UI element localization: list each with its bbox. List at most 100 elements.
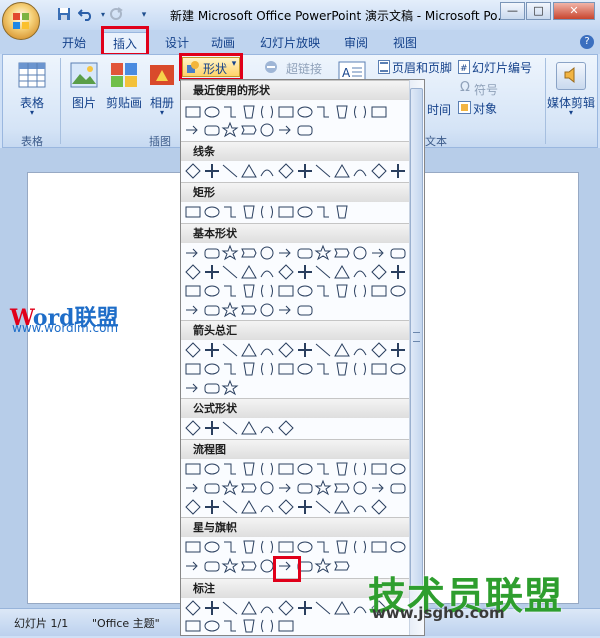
shape-thumbnail-icon[interactable] <box>389 282 407 300</box>
shape-thumbnail-icon[interactable] <box>370 103 388 121</box>
clipart-button[interactable]: 剪贴画 <box>104 60 144 130</box>
shape-thumbnail-icon[interactable] <box>240 103 258 121</box>
shape-thumbnail-icon[interactable] <box>221 599 239 617</box>
shape-thumbnail-icon[interactable] <box>240 460 258 478</box>
shape-thumbnail-icon[interactable] <box>333 244 351 262</box>
album-button[interactable]: 相册 ▾ <box>146 60 178 130</box>
shape-thumbnail-icon[interactable] <box>184 121 202 139</box>
shape-thumbnail-icon[interactable] <box>203 103 221 121</box>
shape-thumbnail-icon[interactable] <box>296 341 314 359</box>
shape-thumbnail-icon[interactable] <box>389 479 407 497</box>
shape-thumbnail-icon[interactable] <box>333 538 351 556</box>
shape-thumbnail-icon[interactable] <box>370 282 388 300</box>
tab-review[interactable]: 审阅 <box>337 32 375 54</box>
shape-thumbnail-icon[interactable] <box>314 599 332 617</box>
shape-thumbnail-icon[interactable] <box>333 557 351 575</box>
shape-thumbnail-icon[interactable] <box>258 538 276 556</box>
shape-thumbnail-icon[interactable] <box>203 379 221 397</box>
shape-thumbnail-icon[interactable] <box>203 599 221 617</box>
shape-thumbnail-icon[interactable] <box>333 263 351 281</box>
shape-thumbnail-icon[interactable] <box>221 121 239 139</box>
shape-thumbnail-icon[interactable] <box>351 103 369 121</box>
minimize-button[interactable]: — <box>500 2 525 20</box>
shape-thumbnail-icon[interactable] <box>221 341 239 359</box>
tab-design[interactable]: 设计 <box>158 32 196 54</box>
tab-home[interactable]: 开始 <box>55 32 93 54</box>
shape-thumbnail-icon[interactable] <box>277 599 295 617</box>
shape-thumbnail-icon[interactable] <box>314 557 332 575</box>
shape-thumbnail-icon[interactable] <box>203 479 221 497</box>
shape-thumbnail-icon[interactable] <box>240 282 258 300</box>
shape-thumbnail-icon[interactable] <box>370 162 388 180</box>
shape-thumbnail-icon[interactable] <box>296 282 314 300</box>
shape-thumbnail-icon[interactable] <box>277 479 295 497</box>
shape-thumbnail-icon[interactable] <box>314 360 332 378</box>
shape-thumbnail-icon[interactable] <box>184 360 202 378</box>
shape-thumbnail-icon[interactable] <box>258 617 276 635</box>
shape-thumbnail-icon[interactable] <box>240 301 258 319</box>
shape-thumbnail-icon[interactable] <box>277 282 295 300</box>
hyperlink-button[interactable]: 超链接 <box>263 58 325 76</box>
shape-thumbnail-icon[interactable] <box>240 617 258 635</box>
shape-thumbnail-icon[interactable] <box>184 341 202 359</box>
shape-thumbnail-icon[interactable] <box>240 538 258 556</box>
shape-thumbnail-icon[interactable] <box>203 162 221 180</box>
media-clip-button[interactable]: 媒体剪辑 ▾ <box>546 60 596 130</box>
shape-thumbnail-icon[interactable] <box>221 203 239 221</box>
shape-thumbnail-icon[interactable] <box>203 538 221 556</box>
shape-thumbnail-icon[interactable] <box>240 599 258 617</box>
shape-thumbnail-icon[interactable] <box>351 341 369 359</box>
shape-thumbnail-icon[interactable] <box>296 460 314 478</box>
tab-view[interactable]: 视图 <box>386 32 424 54</box>
shape-thumbnail-icon[interactable] <box>240 244 258 262</box>
shape-thumbnail-icon[interactable] <box>314 479 332 497</box>
shape-thumbnail-icon[interactable] <box>203 263 221 281</box>
shape-thumbnail-icon[interactable] <box>203 419 221 437</box>
shape-thumbnail-icon[interactable] <box>277 121 295 139</box>
shape-thumbnail-icon[interactable] <box>277 263 295 281</box>
shape-thumbnail-icon[interactable] <box>203 282 221 300</box>
shape-thumbnail-icon[interactable] <box>240 479 258 497</box>
shape-thumbnail-icon[interactable] <box>370 341 388 359</box>
shape-thumbnail-icon[interactable] <box>351 460 369 478</box>
shape-thumbnail-icon[interactable] <box>203 498 221 516</box>
shape-thumbnail-icon[interactable] <box>258 263 276 281</box>
shape-thumbnail-icon[interactable] <box>240 360 258 378</box>
shape-thumbnail-icon[interactable] <box>314 103 332 121</box>
object-button[interactable]: 对象 <box>458 100 504 116</box>
slide-number-button[interactable]: # 幻灯片编号 <box>458 59 542 75</box>
shape-thumbnail-icon[interactable] <box>221 360 239 378</box>
shape-thumbnail-icon[interactable] <box>389 360 407 378</box>
shape-thumbnail-icon[interactable] <box>258 498 276 516</box>
shape-thumbnail-icon[interactable] <box>258 360 276 378</box>
shape-thumbnail-icon[interactable] <box>184 599 202 617</box>
shape-thumbnail-icon[interactable] <box>258 419 276 437</box>
shape-thumbnail-icon[interactable] <box>351 282 369 300</box>
shape-thumbnail-icon[interactable] <box>258 244 276 262</box>
shape-thumbnail-icon[interactable] <box>203 617 221 635</box>
shape-thumbnail-icon[interactable] <box>351 538 369 556</box>
shape-thumbnail-icon[interactable] <box>203 121 221 139</box>
shape-thumbnail-icon[interactable] <box>184 244 202 262</box>
shape-thumbnail-icon[interactable] <box>296 538 314 556</box>
shape-thumbnail-icon[interactable] <box>389 162 407 180</box>
shape-thumbnail-icon[interactable] <box>184 282 202 300</box>
maximize-button[interactable]: □ <box>526 2 551 20</box>
shape-thumbnail-icon[interactable] <box>221 460 239 478</box>
save-icon[interactable] <box>56 7 72 23</box>
shape-thumbnail-icon[interactable] <box>258 341 276 359</box>
shape-thumbnail-icon[interactable] <box>203 203 221 221</box>
shape-thumbnail-icon[interactable] <box>184 498 202 516</box>
shape-thumbnail-icon[interactable] <box>296 203 314 221</box>
shape-thumbnail-icon[interactable] <box>277 419 295 437</box>
shape-thumbnail-icon[interactable] <box>277 203 295 221</box>
shape-thumbnail-icon[interactable] <box>370 538 388 556</box>
shape-thumbnail-icon[interactable] <box>221 379 239 397</box>
shape-thumbnail-icon[interactable] <box>314 341 332 359</box>
shape-thumbnail-icon[interactable] <box>258 599 276 617</box>
undo-icon[interactable] <box>77 7 94 23</box>
shape-thumbnail-icon[interactable] <box>333 460 351 478</box>
shape-thumbnail-icon[interactable] <box>203 244 221 262</box>
shape-thumbnail-icon[interactable] <box>296 103 314 121</box>
picture-button[interactable]: 图片 <box>66 60 102 130</box>
